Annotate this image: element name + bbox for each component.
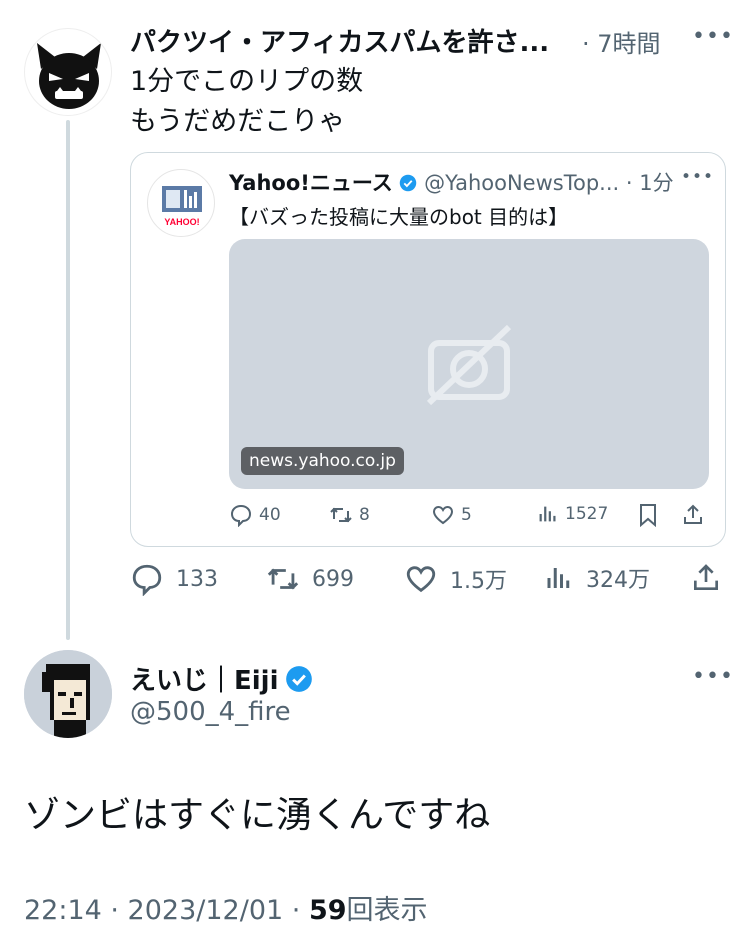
views-button[interactable]: 324万 [544,562,650,594]
link-domain: news.yahoo.co.jp [241,447,404,475]
share-button[interactable] [690,562,722,594]
quoted-timestamp[interactable]: · 1分 [626,171,674,195]
retweet-count: 699 [312,566,354,592]
retweet-count: 8 [359,505,370,525]
reply-icon [132,564,162,596]
quoted-like-button[interactable]: 5 [431,503,472,527]
more-icon[interactable]: ••• [692,664,734,689]
quoted-action-bar: 40 8 5 1527 [229,503,709,531]
reply-icon [230,504,252,527]
avatar[interactable] [24,650,112,738]
views-icon [547,568,570,588]
share-icon [694,564,718,590]
view-label: 回表示 [346,895,428,926]
reply-count: 133 [176,566,218,592]
quoted-share-button[interactable] [681,503,705,527]
tweet-text: ゾンビはすぐに湧くんですね [24,795,491,836]
retweet-button[interactable]: 699 [266,562,354,596]
like-count: 5 [461,505,472,525]
share-icon [684,504,702,524]
oni-icon [37,43,101,109]
avatar-logo-text: YAHOO! [164,217,199,227]
display-name[interactable]: えいじ｜Eiji [130,660,279,697]
link-preview[interactable]: news.yahoo.co.jp [229,239,709,489]
pixel-portrait-icon [24,650,112,738]
quoted-handle[interactable]: @YahooNewsTop... [424,171,619,195]
handle[interactable]: @500_4_fire [130,697,291,727]
quoted-text: 【バズった投稿に大量のbot 目的は】 [229,205,569,229]
verified-badge-icon [285,665,312,692]
image-unavailable-icon [426,324,512,406]
like-button[interactable]: 1.5万 [404,562,507,596]
retweet-icon [267,568,299,590]
yahoo-news-logo-icon: YAHOO! [162,186,202,227]
display-name-row[interactable]: えいじ｜Eiji [130,660,313,697]
heart-icon [432,505,454,525]
verified-badge-icon [400,174,417,192]
view-count: 59 [308,895,347,926]
view-count: 1527 [565,504,609,524]
timestamp[interactable]: · 7時間 [582,24,661,59]
quoted-more-icon[interactable]: ••• [681,167,714,187]
display-name[interactable]: パクツイ・アフィカスパムを許さ... [130,22,580,59]
quoted-reply-button[interactable]: 40 [229,503,281,527]
like-count: 1.5万 [450,569,507,594]
tweet-meta: 22:14 · 2023/12/01 · 59回表示 [24,888,428,927]
timestamp[interactable]: 22:14 · 2023/12/01 · [24,895,309,926]
action-bar: 133 699 1.5万 324万 [130,562,726,602]
more-icon[interactable]: ••• [692,24,734,49]
quoted-header[interactable]: Yahoo!ニュース @YahooNewsTop... · 1分 [229,167,674,197]
retweet-icon [330,507,352,523]
tweet-text: 1分でこのリプの数 もうだめだこりゃ [130,66,364,137]
quoted-bookmark-button[interactable] [637,503,659,527]
thread-line [66,120,70,640]
avatar[interactable] [24,28,112,116]
bookmark-icon [640,504,656,527]
quoted-retweet-button[interactable]: 8 [329,503,370,527]
reply-button[interactable]: 133 [130,562,218,596]
quoted-display-name[interactable]: Yahoo!ニュース [229,171,393,195]
avatar[interactable]: YAHOO! [147,169,215,237]
reply-count: 40 [259,505,281,525]
views-icon [539,506,556,522]
heart-icon [406,566,436,593]
quoted-views-button[interactable]: 1527 [537,503,608,525]
quoted-tweet[interactable]: YAHOO! Yahoo!ニュース @YahooNewsTop... · 1分 … [130,152,726,547]
view-count: 324万 [586,568,650,593]
